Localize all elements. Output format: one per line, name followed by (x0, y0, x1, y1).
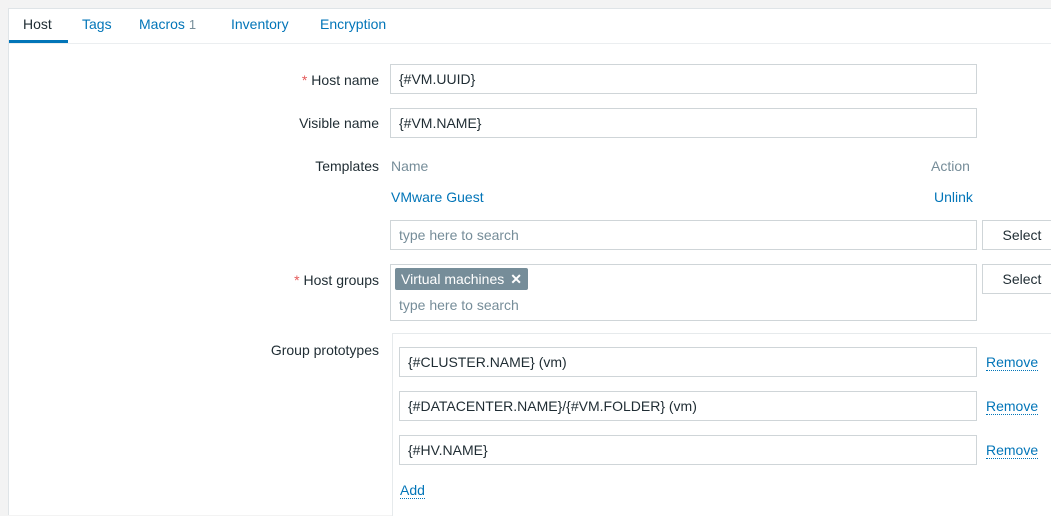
templates-search-input[interactable]: type here to search (390, 220, 977, 250)
group-prototype-input[interactable]: {#DATACENTER.NAME}/{#VM.FOLDER} (vm) (399, 391, 977, 421)
template-link-vmware-guest[interactable]: VMware Guest (391, 189, 484, 205)
group-prototype-remove-link[interactable]: Remove (986, 354, 1039, 371)
templates-action-header: Action (931, 158, 970, 174)
host-group-tag-label: Virtual machines (401, 271, 505, 287)
templates-select-button[interactable]: Select (982, 220, 1051, 250)
templates-label: Templates (315, 158, 379, 174)
active-tab-indicator (9, 40, 68, 43)
remove-tag-icon[interactable]: ✕ (510, 271, 522, 287)
visible-name-input[interactable]: {#VM.NAME} (390, 108, 977, 138)
required-marker: * (294, 272, 300, 288)
host-groups-select-button[interactable]: Select (982, 264, 1051, 294)
group-prototype-remove-link[interactable]: Remove (986, 398, 1039, 415)
template-unlink-link[interactable]: Unlink (934, 189, 973, 205)
host-groups-label: * Host groups (179, 272, 379, 288)
tab-host[interactable]: Host (23, 16, 52, 32)
tab-macros[interactable]: Macros 1 (139, 16, 196, 32)
host-groups-search-input[interactable]: type here to search (399, 297, 519, 313)
host-group-tag: Virtual machines ✕ (395, 268, 528, 290)
host-prototype-form: Host Tags Macros 1 Inventory Encryption *… (8, 8, 1051, 516)
tab-tags[interactable]: Tags (82, 16, 112, 32)
group-prototype-input[interactable]: {#HV.NAME} (399, 435, 977, 465)
templates-name-header: Name (391, 158, 429, 174)
tab-macros-label: Macros (139, 16, 185, 32)
tab-inventory[interactable]: Inventory (231, 16, 289, 32)
group-prototypes-label: Group prototypes (270, 342, 379, 358)
macros-count-badge: 1 (188, 17, 197, 32)
tab-encryption[interactable]: Encryption (320, 16, 386, 32)
host-name-label: * Host name (179, 72, 379, 88)
host-name-input[interactable]: {#VM.UUID} (390, 64, 977, 94)
host-groups-label-text: Host groups (303, 272, 379, 288)
required-marker: * (301, 72, 308, 88)
add-group-prototype-link[interactable]: Add (400, 482, 425, 499)
group-prototype-input[interactable]: {#CLUSTER.NAME} (vm) (399, 347, 977, 377)
group-prototype-remove-link[interactable]: Remove (986, 442, 1039, 459)
visible-name-label: Visible name (299, 115, 379, 131)
tab-bar: Host Tags Macros 1 Inventory Encryption (9, 9, 1051, 44)
host-name-label-text: Host name (311, 72, 379, 88)
